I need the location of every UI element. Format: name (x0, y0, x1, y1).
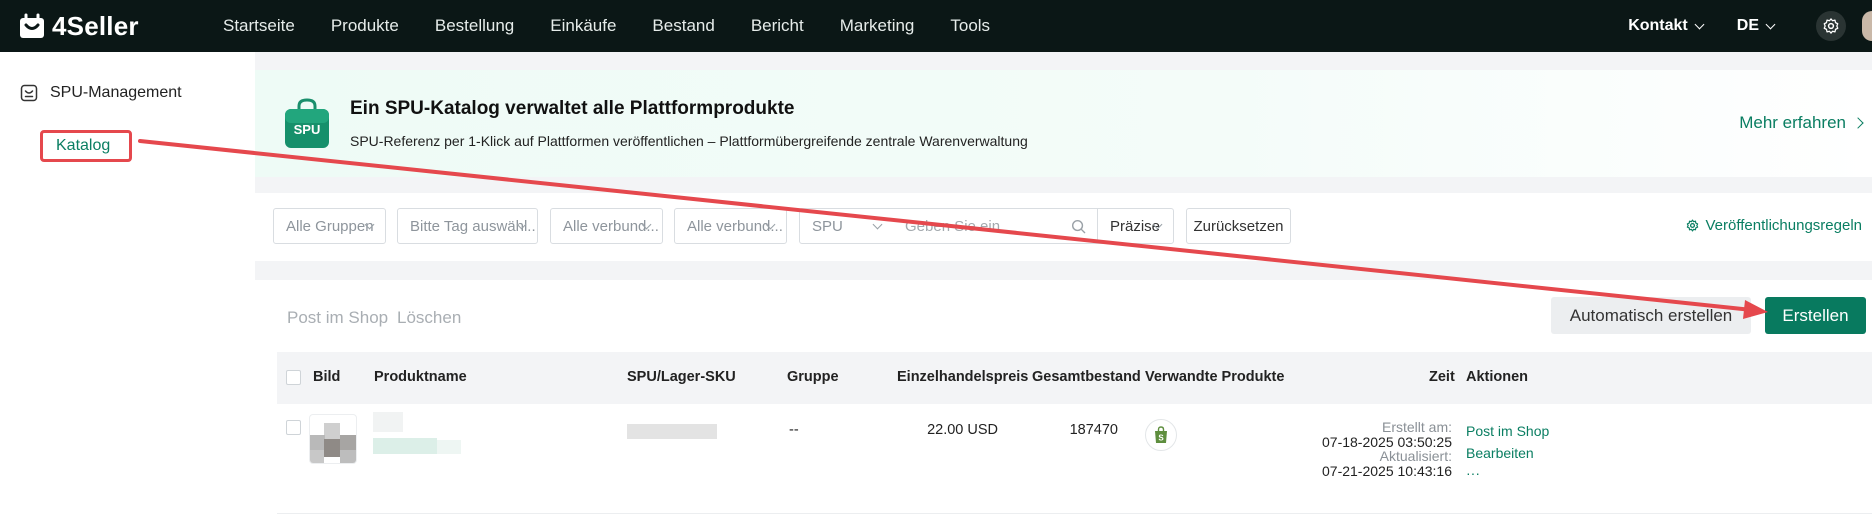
auto-create-button[interactable]: Automatisch erstellen (1551, 297, 1751, 334)
match-mode-value: Präzise (1110, 217, 1161, 235)
tag-select[interactable]: Bitte Tag auswähl... (397, 208, 538, 244)
nav-einkaeufe[interactable]: Einkäufe (550, 16, 616, 36)
delete-button[interactable]: Löschen (397, 308, 461, 328)
sidebar: SPU-Management Katalog (0, 52, 255, 519)
col-actions: Aktionen (1466, 369, 1529, 385)
product-name-line (437, 440, 461, 454)
created-label: Erstellt am: (1381, 419, 1452, 435)
avatar[interactable] (1862, 11, 1872, 41)
price-value: 22.00 USD (927, 422, 998, 438)
svg-text:SPU: SPU (294, 122, 321, 137)
language-menu[interactable]: DE (1736, 17, 1776, 35)
learn-more-link[interactable]: Mehr erfahren (1739, 113, 1864, 133)
nav-bestellung[interactable]: Bestellung (435, 16, 514, 36)
contact-menu[interactable]: Kontakt (1628, 17, 1705, 35)
nav-bericht[interactable]: Bericht (751, 16, 804, 36)
product-name-link[interactable] (373, 412, 403, 432)
top-right-controls: Kontakt DE (1628, 0, 1872, 52)
updated-time: 07-21-2025 10:43:16 (1322, 462, 1452, 479)
row-post-in-shop-link[interactable]: Post im Shop (1466, 420, 1549, 442)
gear-icon (1823, 18, 1839, 34)
col-related: Verwandte Produkte (1145, 369, 1285, 385)
banner-subtitle: SPU-Referenz per 1-Klick auf Plattformen… (350, 133, 1028, 149)
search-input[interactable]: Geben Sie ein (893, 208, 1098, 244)
nav-marketing[interactable]: Marketing (840, 16, 915, 36)
spu-info-banner: SPU Ein SPU-Katalog verwaltet alle Platt… (255, 70, 1872, 177)
settings-gear-icon (1687, 219, 1699, 232)
linked-select-1[interactable]: Alle verbund... (550, 208, 663, 244)
search-icon[interactable] (1071, 219, 1086, 234)
create-button[interactable]: Erstellen (1765, 297, 1866, 334)
time-column: Erstellt am: 07-18-2025 03:50:25 Aktuali… (1322, 420, 1452, 478)
updated-label: Aktualisiert: (1379, 448, 1452, 464)
group-select[interactable]: Alle Gruppen (273, 208, 386, 244)
row-checkbox[interactable] (286, 420, 301, 435)
col-time: Zeit (1429, 369, 1455, 385)
app-name: 4Seller (52, 10, 139, 41)
product-name-line (373, 438, 437, 454)
sidebar-group-label: SPU-Management (50, 84, 182, 101)
reset-button[interactable]: Zurücksetzen (1186, 208, 1291, 244)
table-row: -- 22.00 USD 187470 S Erstellt am: 07-18… (277, 404, 1872, 514)
linked-select-2[interactable]: Alle verbund... (674, 208, 787, 244)
shopping-bag-logo-icon (18, 12, 46, 40)
svg-text:S: S (1158, 434, 1164, 443)
row-more-actions[interactable]: ··· (1466, 464, 1549, 482)
stock-value: 187470 (1069, 422, 1118, 438)
row-actions: Post im Shop Bearbeiten ··· (1466, 420, 1549, 482)
chevron-down-icon (1694, 19, 1705, 29)
select-all-checkbox[interactable] (286, 370, 301, 385)
learn-more-label: Mehr erfahren (1739, 113, 1846, 132)
row-edit-link[interactable]: Bearbeiten (1466, 442, 1549, 464)
sidebar-group-spu-management[interactable]: SPU-Management (20, 84, 182, 102)
contact-label: Kontakt (1628, 17, 1688, 34)
group-value: -- (789, 422, 799, 438)
sidebar-item-label: Katalog (56, 137, 111, 154)
match-mode-select[interactable]: Präzise (1097, 208, 1174, 244)
filter-bar: Alle Gruppen Bitte Tag auswähl... Alle v… (255, 193, 1872, 261)
col-stock: Gesamtbestand (1032, 369, 1141, 385)
col-group: Gruppe (787, 369, 839, 385)
publish-rules-link[interactable]: Veröffentlichungsregeln (1686, 217, 1862, 234)
language-label: DE (1736, 17, 1759, 34)
product-list-card: Post im Shop Löschen Automatisch erstell… (255, 280, 1872, 519)
post-in-shop-button[interactable]: Post im Shop (287, 308, 388, 328)
chevron-down-icon (872, 219, 883, 230)
product-image[interactable] (309, 414, 357, 464)
app-logo[interactable]: 4Seller (18, 11, 223, 42)
search-field-value: SPU (812, 217, 843, 235)
nav-startseite[interactable]: Startseite (223, 16, 295, 36)
created-time: 07-18-2025 03:50:25 (1322, 433, 1452, 450)
top-navigation-bar: 4Seller Startseite Produkte Bestellung E… (0, 0, 1872, 52)
table-header: Bild Produktname SPU/Lager-SKU Gruppe Ei… (277, 352, 1872, 404)
col-price: Einzelhandelspreis (897, 369, 1029, 385)
group-select-value: Alle Gruppen (286, 217, 374, 235)
banner-title: Ein SPU-Katalog verwaltet alle Plattform… (350, 98, 795, 119)
nav-bestand[interactable]: Bestand (652, 16, 714, 36)
sku-value (627, 424, 717, 439)
sidebar-item-katalog[interactable]: Katalog (40, 130, 132, 162)
chevron-down-icon (1765, 19, 1776, 29)
settings-button[interactable] (1816, 11, 1846, 41)
shopify-store-icon[interactable]: S (1145, 419, 1177, 451)
main-nav: Startseite Produkte Bestellung Einkäufe … (223, 16, 1026, 36)
col-name: Produktname (374, 369, 467, 385)
nav-tools[interactable]: Tools (950, 16, 990, 36)
col-sku: SPU/Lager-SKU (627, 369, 736, 385)
search-placeholder: Geben Sie ein (905, 217, 1001, 235)
col-image: Bild (313, 369, 341, 385)
catalog-box-icon (20, 84, 38, 102)
chevron-right-icon (1852, 117, 1864, 129)
publish-rules-label: Veröffentlichungsregeln (1705, 217, 1862, 234)
search-field-select[interactable]: SPU (799, 208, 894, 244)
spu-bag-icon: SPU (283, 98, 331, 155)
nav-produkte[interactable]: Produkte (331, 16, 399, 36)
